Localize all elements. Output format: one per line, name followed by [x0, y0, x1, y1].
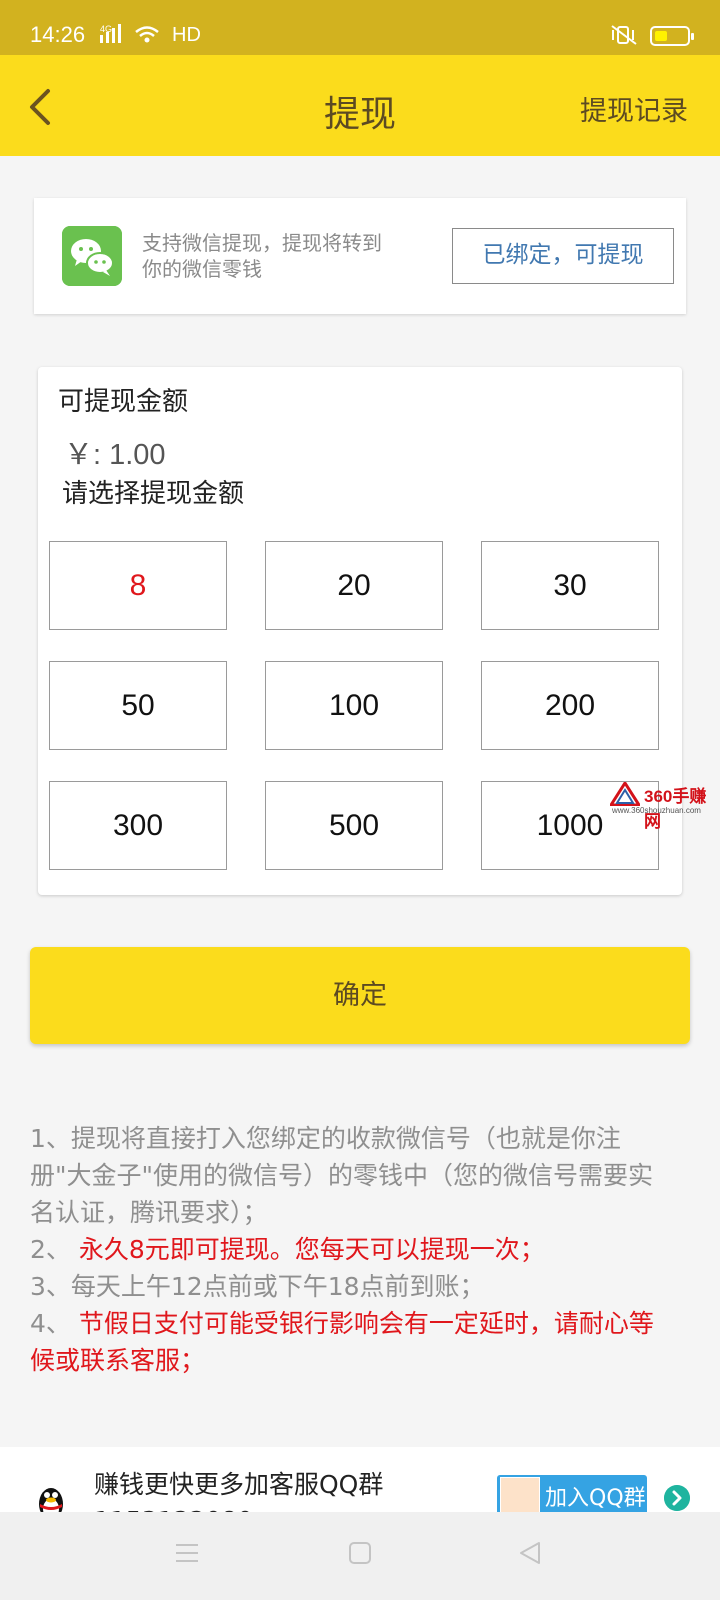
available-amount-label: 可提现金额 [58, 387, 189, 417]
home-icon[interactable] [347, 1540, 373, 1566]
note-1: 1、提现将直接打入您绑定的收款微信号（也就是你注册"大金子"使用的微信号）的零钱… [30, 1124, 654, 1227]
wechat-bind-card: 支持微信提现，提现将转到你的微信零钱 已绑定，可提现 [34, 198, 686, 314]
status-time: 14:26 [30, 22, 86, 47]
withdraw-notes: 1、提现将直接打入您绑定的收款微信号（也就是你注册"大金子"使用的微信号）的零钱… [30, 1120, 670, 1379]
amount-option[interactable]: 500 [265, 781, 443, 870]
amount-option[interactable]: 20 [265, 541, 443, 630]
battery-icon [650, 26, 694, 46]
amount-option[interactable]: 50 [49, 661, 227, 750]
system-nav-bar [0, 1512, 720, 1600]
note-4-text: 节假日支付可能受银行影响会有一定延时，请耐心等候或联系客服； [30, 1309, 654, 1375]
note-2-prefix: 2、 [30, 1235, 71, 1264]
note-2: 2、 永久8元即可提现。您每天可以提现一次； [30, 1231, 670, 1268]
note-3: 3、每天上午12点前或下午18点前到账； [30, 1272, 485, 1301]
note-2-text: 永久8元即可提现。您每天可以提现一次； [78, 1235, 545, 1264]
amount-option[interactable]: 30 [481, 541, 659, 630]
hd-label: HD [172, 24, 201, 46]
amount-card: 可提现金额 ￥: 1.00 请选择提现金额 8 20 30 50 100 200… [38, 367, 682, 895]
back-triangle-icon[interactable] [517, 1540, 543, 1566]
app-header: 提现 提现记录 [0, 55, 720, 156]
join-qq-label: 加入QQ群 [545, 1486, 646, 1511]
chevron-right-icon[interactable] [664, 1485, 690, 1511]
signal-icon: 4G [100, 24, 159, 43]
join-qq-group-button[interactable]: 加入QQ群 [497, 1475, 647, 1515]
watermark-logo-icon [610, 782, 640, 806]
amount-option[interactable]: 100 [265, 661, 443, 750]
vibrate-mute-icon [611, 25, 637, 45]
qq-group-title: 赚钱更快更多加客服QQ群 [94, 1470, 384, 1499]
balance-value: ￥: 1.00 [64, 439, 166, 471]
watermark: 360手赚网 www.360shouzhuan.com [610, 782, 720, 831]
bind-status-button[interactable]: 已绑定，可提现 [452, 228, 674, 284]
watermark-url: www.360shouzhuan.com [612, 806, 701, 815]
select-amount-label: 请选择提现金额 [62, 479, 245, 509]
withdraw-record-link[interactable]: 提现记录 [580, 89, 688, 128]
note-4-prefix: 4、 [30, 1309, 71, 1338]
note-4: 4、 节假日支付可能受银行影响会有一定延时，请耐心等候或联系客服； [30, 1305, 670, 1379]
amount-option[interactable]: 8 [49, 541, 227, 630]
amount-option[interactable]: 200 [481, 661, 659, 750]
wechat-icon [62, 226, 122, 286]
wechat-description: 支持微信提现，提现将转到你的微信零钱 [142, 231, 382, 281]
status-bar: 14:26 4G HD [0, 0, 720, 55]
menu-icon[interactable] [174, 1540, 200, 1566]
confirm-button[interactable]: 确定 [30, 947, 690, 1044]
amount-option[interactable]: 300 [49, 781, 227, 870]
join-qq-avatar-icon [500, 1477, 540, 1513]
